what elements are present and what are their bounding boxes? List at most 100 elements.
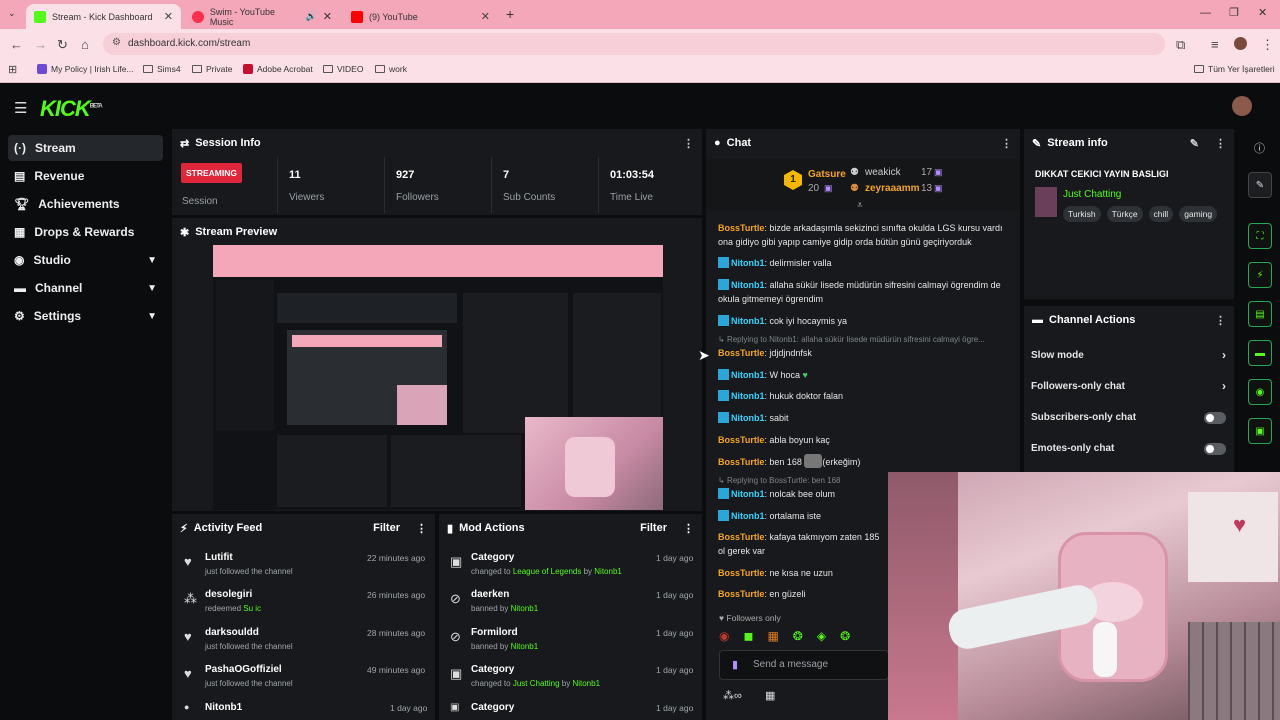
chat-username[interactable]: BossTurtle	[718, 223, 764, 233]
close-icon[interactable]: ✕	[323, 10, 332, 23]
tag[interactable]: chill	[1148, 206, 1174, 222]
emote-icon[interactable]: ❂	[840, 629, 850, 644]
moderator-name[interactable]: Nitonb1	[572, 679, 600, 688]
speaker-icon[interactable]: 🔊	[306, 11, 317, 22]
back-icon[interactable]: ←	[10, 37, 23, 52]
moderator-name[interactable]: Nitonb1	[511, 604, 539, 613]
sidebar-item-stream[interactable]: (·) Stream	[8, 135, 163, 161]
followers-only-row[interactable]: Followers-only chat ›	[1031, 379, 1226, 393]
chat-username[interactable]: Nitonb1	[731, 316, 765, 326]
sidebar-item-channel[interactable]: ▬ Channel ▼	[8, 275, 163, 301]
chat-username[interactable]: Nitonb1	[731, 391, 765, 401]
more-options-icon[interactable]: ⋮	[1215, 137, 1226, 150]
chat-input[interactable]: ▮ Send a message	[719, 650, 889, 680]
document-icon[interactable]: ▤	[1248, 301, 1272, 327]
chat-action-icon[interactable]: ▬	[1248, 340, 1272, 366]
chat-username[interactable]: BossTurtle	[718, 589, 764, 599]
chat-username[interactable]: BossTurtle	[718, 532, 764, 542]
leader-name[interactable]: weakick	[865, 167, 901, 178]
sidebar-item-achievements[interactable]: 🏆︎ Achievements	[8, 191, 163, 217]
apps-grid-icon[interactable]: ⊞	[8, 63, 17, 76]
emote-icon[interactable]: ▦	[767, 629, 778, 644]
banned-user[interactable]: daerken	[471, 589, 509, 600]
extensions-icon[interactable]: ⧉	[1176, 37, 1185, 53]
activity-user[interactable]: desolegiri	[205, 589, 252, 600]
leader-name[interactable]: zeyraaamm	[865, 183, 919, 194]
broadcast-icon[interactable]: ◉	[1248, 379, 1272, 405]
chat-username[interactable]: BossTurtle	[718, 348, 764, 358]
reload-icon[interactable]: ↻	[57, 37, 68, 53]
all-bookmarks-folder[interactable]: Tüm Yer İşaretleri	[1194, 64, 1275, 74]
activity-user[interactable]: Nitonb1	[205, 702, 242, 713]
clipboard-icon[interactable]: ▣	[1248, 418, 1272, 444]
hamburger-menu-icon[interactable]: ☰	[14, 99, 27, 117]
banned-user[interactable]: Formilord	[471, 627, 518, 638]
emote-icon[interactable]: ◈	[817, 629, 826, 644]
minimize-icon[interactable]: —	[1200, 7, 1211, 19]
bookmark-folder[interactable]: VIDEO	[323, 64, 363, 74]
restore-icon[interactable]: ❐	[1229, 6, 1239, 19]
chat-username[interactable]: Nitonb1	[731, 413, 765, 423]
tag[interactable]: Türkçe	[1106, 206, 1143, 222]
kick-logo[interactable]: KICKBETA	[40, 96, 103, 122]
sidebar-item-studio[interactable]: ◉ Studio ▼	[8, 247, 163, 273]
sidebar-item-drops[interactable]: ▦ Drops & Rewards	[8, 219, 163, 245]
close-icon[interactable]: ✕	[481, 10, 490, 23]
edit-icon[interactable]: ✎	[1190, 137, 1199, 150]
close-icon[interactable]: ✕	[164, 10, 173, 23]
activity-user[interactable]: Lutifit	[205, 552, 233, 563]
store-icon[interactable]: ▦	[765, 689, 775, 702]
chat-username[interactable]: BossTurtle	[718, 568, 764, 578]
more-options-icon[interactable]: ⋮	[683, 522, 694, 535]
emotes-only-toggle[interactable]	[1204, 443, 1226, 455]
filter-button[interactable]: Filter	[373, 522, 400, 534]
tab-kick-dashboard[interactable]: Stream - Kick Dashboard ✕	[26, 4, 181, 29]
more-options-icon[interactable]: ⋮	[416, 522, 427, 535]
chat-username[interactable]: Nitonb1	[731, 370, 765, 380]
moderator-name[interactable]: Nitonb1	[511, 642, 539, 651]
edit-layout-icon[interactable]: ✎	[1248, 172, 1272, 198]
bookmark-item[interactable]: Adobe Acrobat	[243, 64, 313, 74]
tab-youtube-music[interactable]: Swim - YouTube Music 🔊 ✕	[184, 4, 340, 29]
bolt-action-icon[interactable]: ⚡︎	[1248, 262, 1272, 288]
moderator-name[interactable]: Nitonb1	[594, 567, 622, 576]
more-options-icon[interactable]: ⋮	[683, 137, 694, 150]
sidebar-item-settings[interactable]: ⚙ Settings ▼	[8, 303, 163, 329]
tab-search-icon[interactable]: ⌄	[8, 8, 16, 19]
collapse-icon[interactable]: ⩡	[857, 200, 863, 211]
chat-username[interactable]: Nitonb1	[731, 489, 765, 499]
emote-icon[interactable]: ◉	[719, 629, 729, 644]
menu-icon[interactable]: ⋮	[1261, 37, 1274, 53]
slow-mode-row[interactable]: Slow mode ›	[1031, 348, 1226, 362]
user-avatar[interactable]	[1232, 96, 1252, 116]
bookmark-folder[interactable]: work	[375, 64, 407, 74]
category-thumbnail[interactable]	[1035, 187, 1057, 217]
leader-name[interactable]: Gatsure	[808, 169, 846, 180]
bookmark-item[interactable]: My Policy | Irish Life...	[37, 64, 134, 74]
subscribers-only-toggle[interactable]	[1204, 412, 1226, 424]
sidebar-item-revenue[interactable]: ▤ Revenue	[8, 163, 163, 189]
capture-icon[interactable]: ⛶	[1248, 223, 1272, 249]
activity-user[interactable]: darksouldd	[205, 627, 259, 638]
chat-username[interactable]: Nitonb1	[731, 258, 765, 268]
activity-user[interactable]: PashaOGoffiziel	[205, 664, 282, 675]
microphone-icon[interactable]: ▮	[732, 658, 738, 671]
tag[interactable]: gaming	[1179, 206, 1218, 222]
emote-icon[interactable]: ❂	[793, 629, 803, 644]
site-info-icon[interactable]: ⚙	[112, 37, 121, 48]
close-window-icon[interactable]: ✕	[1258, 6, 1267, 19]
address-input[interactable]: ⚙ dashboard.kick.com/stream	[103, 33, 1165, 55]
tab-youtube[interactable]: (9) YouTube ✕	[343, 4, 498, 29]
category-name[interactable]: League of Legends	[513, 567, 582, 576]
home-icon[interactable]: ⌂	[81, 37, 89, 52]
info-icon[interactable]: ⓘ	[1254, 140, 1265, 156]
filter-button[interactable]: Filter	[640, 522, 667, 534]
more-options-icon[interactable]: ⋮	[1215, 314, 1226, 327]
more-options-icon[interactable]: ⋮	[1001, 137, 1012, 150]
chat-username[interactable]: Nitonb1	[731, 280, 765, 290]
chat-username[interactable]: BossTurtle	[718, 457, 764, 467]
chat-username[interactable]: BossTurtle	[718, 435, 764, 445]
emote-icon[interactable]: ◼	[743, 629, 753, 644]
chat-username[interactable]: Nitonb1	[731, 511, 765, 521]
new-tab-icon[interactable]: +	[506, 6, 514, 22]
